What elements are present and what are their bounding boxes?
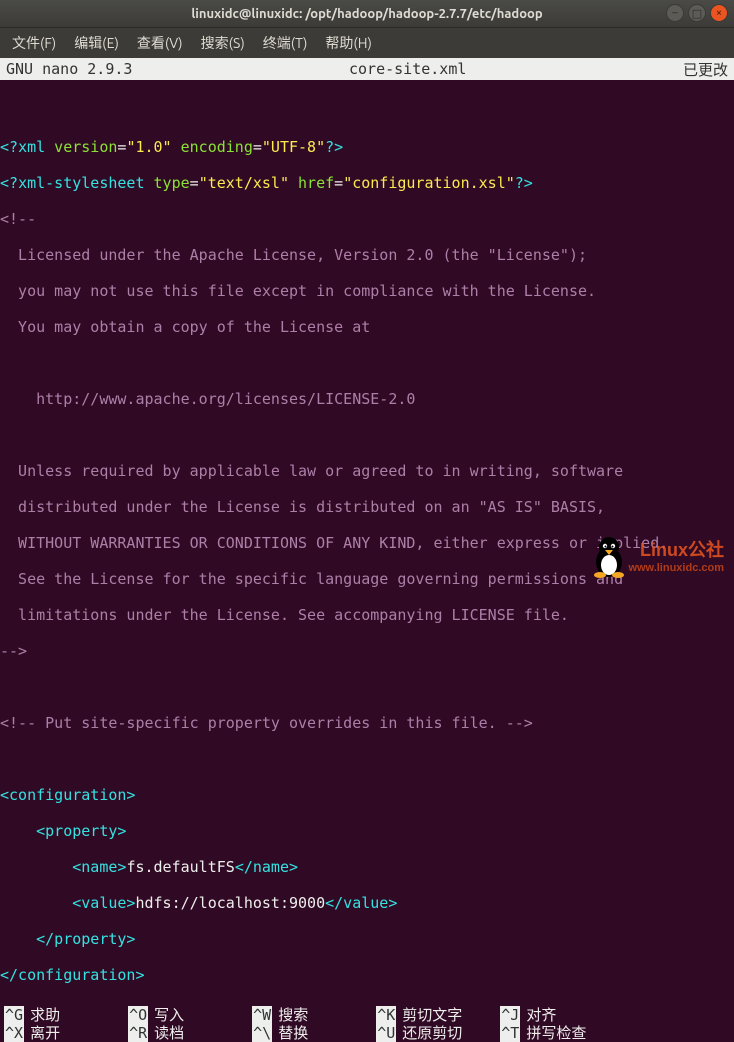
code-line: limitations under the License. See accom… — [0, 606, 734, 624]
code-line — [0, 102, 734, 120]
nano-status: 已更改 — [683, 59, 728, 80]
label-exit: 离开 — [24, 1024, 128, 1042]
label-read: 读档 — [148, 1024, 252, 1042]
code-line: <value>hdfs://localhost:9000</value> — [0, 894, 734, 912]
code-line: distributed under the License is distrib… — [0, 498, 734, 516]
nano-filename: core-site.xml — [132, 60, 683, 78]
key-read: ^R — [128, 1024, 148, 1042]
menu-view[interactable]: 查看(V) — [129, 29, 191, 57]
key-writeout: ^O — [128, 1006, 148, 1024]
code-line — [0, 354, 734, 372]
label-uncut: 还原剪切 — [396, 1024, 500, 1042]
maximize-button[interactable]: □ — [688, 4, 706, 22]
label-replace: 替换 — [272, 1024, 376, 1042]
code-line: Licensed under the Apache License, Versi… — [0, 246, 734, 264]
code-line: <!-- — [0, 210, 734, 228]
code-line: <configuration> — [0, 786, 734, 804]
key-search: ^W — [252, 1006, 272, 1024]
label-help: 求助 — [24, 1006, 128, 1024]
code-line: <name>fs.defaultFS</name> — [0, 858, 734, 876]
key-exit: ^X — [4, 1024, 24, 1042]
key-spell: ^T — [500, 1024, 520, 1042]
minimize-button[interactable]: – — [666, 4, 684, 22]
nano-shortcut-bar: ^G求助 ^O写入 ^W搜索 ^K剪切文字 ^J对齐 ^X离开 ^R读档 ^\替… — [0, 1006, 734, 1042]
label-spell: 拼写检查 — [520, 1024, 624, 1042]
key-uncut: ^U — [376, 1024, 396, 1042]
code-line: You may obtain a copy of the License at — [0, 318, 734, 336]
code-line: <!-- Put site-specific property override… — [0, 714, 734, 732]
menu-edit[interactable]: 编辑(E) — [66, 29, 127, 57]
code-line: --> — [0, 642, 734, 660]
close-button[interactable]: × — [710, 4, 728, 22]
code-line: <?xml version="1.0" encoding="UTF-8"?> — [0, 138, 734, 156]
window-title: linuxidc@linuxidc: /opt/hadoop/hadoop-2.… — [191, 7, 542, 21]
code-line: you may not use this file except in comp… — [0, 282, 734, 300]
editor-body[interactable]: <?xml version="1.0" encoding="UTF-8"?> <… — [0, 80, 734, 1006]
key-replace: ^\ — [252, 1024, 272, 1042]
code-line: See the License for the specific languag… — [0, 570, 734, 588]
menu-help[interactable]: 帮助(H) — [317, 29, 380, 57]
key-justify: ^J — [500, 1006, 520, 1024]
key-help: ^G — [4, 1006, 24, 1024]
window-titlebar: linuxidc@linuxidc: /opt/hadoop/hadoop-2.… — [0, 0, 734, 28]
menubar: 文件(F) 编辑(E) 查看(V) 搜索(S) 终端(T) 帮助(H) — [0, 28, 734, 58]
code-line — [0, 750, 734, 768]
code-line: </property> — [0, 930, 734, 948]
code-line: <?xml-stylesheet type="text/xsl" href="c… — [0, 174, 734, 192]
menu-search[interactable]: 搜索(S) — [193, 29, 253, 57]
label-search: 搜索 — [272, 1006, 376, 1024]
code-line: <property> — [0, 822, 734, 840]
label-cut: 剪切文字 — [396, 1006, 500, 1024]
code-line: WITHOUT WARRANTIES OR CONDITIONS OF ANY … — [0, 534, 734, 552]
label-writeout: 写入 — [148, 1006, 252, 1024]
nano-app-name: GNU nano 2.9.3 — [6, 60, 132, 78]
code-line: </configuration> — [0, 966, 734, 984]
menu-file[interactable]: 文件(F) — [4, 29, 64, 57]
code-line: Unless required by applicable law or agr… — [0, 462, 734, 480]
code-line — [0, 678, 734, 696]
code-line — [0, 426, 734, 444]
label-justify: 对齐 — [520, 1006, 624, 1024]
key-cut: ^K — [376, 1006, 396, 1024]
nano-titlebar: GNU nano 2.9.3 core-site.xml 已更改 — [0, 58, 734, 80]
menu-terminal[interactable]: 终端(T) — [255, 29, 316, 57]
window-controls: – □ × — [666, 4, 728, 22]
code-line: http://www.apache.org/licenses/LICENSE-2… — [0, 390, 734, 408]
